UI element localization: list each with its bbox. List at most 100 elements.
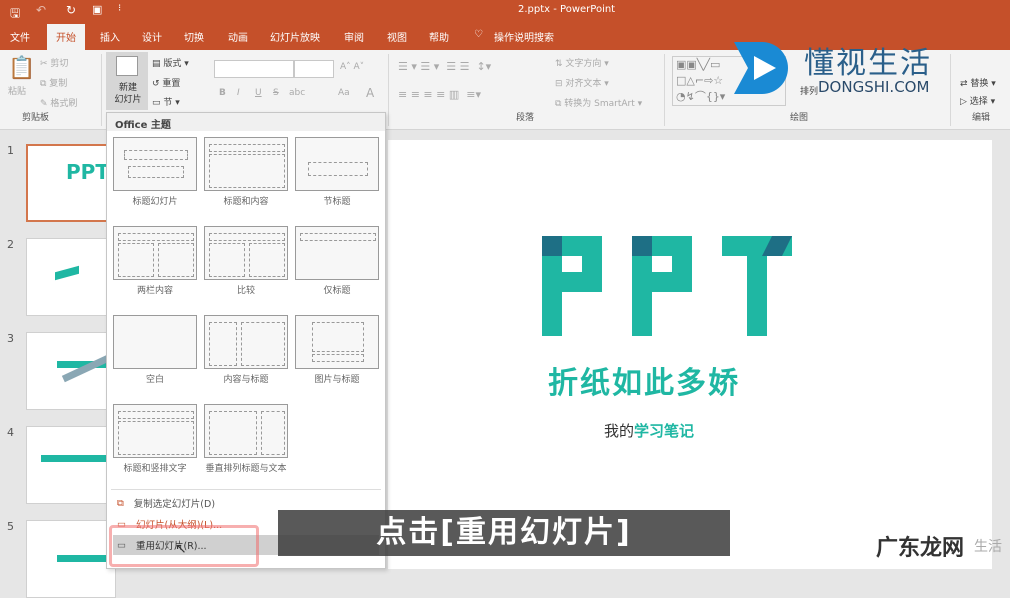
underline-button[interactable]: U bbox=[255, 88, 262, 98]
placeholder-box bbox=[209, 243, 245, 277]
layout-label: 节标题 bbox=[323, 197, 351, 207]
divider bbox=[101, 54, 102, 126]
italic-button[interactable]: I bbox=[237, 88, 240, 98]
thumb-title: PPT bbox=[66, 160, 109, 184]
bullets-icon[interactable]: ☰ ▾ ☰ ▾ ☰ ☰ ↕▾ bbox=[398, 60, 491, 73]
bold-button[interactable]: B bbox=[219, 88, 226, 98]
slide-thumbnail-1[interactable]: PPT bbox=[26, 144, 116, 222]
align-text-label: 对齐文本 bbox=[565, 79, 602, 89]
copy-button[interactable]: ⧉ 复制 bbox=[40, 76, 67, 89]
redo-icon[interactable]: ↻ bbox=[66, 3, 76, 17]
tab-animations[interactable]: 动画 bbox=[228, 29, 248, 44]
text-direction-label: 文字方向 bbox=[565, 59, 602, 69]
divider bbox=[664, 54, 665, 126]
note-highlight: 学习笔记 bbox=[634, 422, 695, 440]
slideshow-icon[interactable]: ▣ bbox=[92, 3, 102, 16]
group-label-paragraph: 段落 bbox=[516, 113, 535, 123]
window-title: 2.pptx - PowerPoint bbox=[518, 4, 616, 15]
layout-option[interactable] bbox=[113, 404, 197, 458]
tab-review[interactable]: 审阅 bbox=[344, 29, 364, 44]
font-size-input[interactable] bbox=[294, 60, 334, 78]
placeholder-box bbox=[209, 322, 237, 366]
customize-qat-icon[interactable]: ⁝ bbox=[118, 3, 121, 14]
placeholder-box bbox=[209, 154, 285, 188]
layout-option[interactable] bbox=[295, 315, 379, 369]
slide-number: 3 bbox=[7, 332, 14, 345]
tab-transitions[interactable]: 切换 bbox=[184, 29, 204, 44]
layout-option[interactable] bbox=[295, 137, 379, 191]
note-prefix: 我的 bbox=[604, 422, 635, 440]
slide-thumbnail-pane: 1 PPT 2 3 4 5 bbox=[0, 130, 117, 598]
layout-label: 空白 bbox=[145, 375, 164, 385]
group-label-editing: 编辑 bbox=[972, 113, 991, 123]
align-icons[interactable]: ≡ ≡ ≡ ≡ ▥ ≡▾ bbox=[398, 88, 481, 101]
paste-button[interactable]: 粘贴 bbox=[8, 84, 26, 97]
save-icon[interactable]: 🖫 bbox=[10, 4, 20, 25]
slide-thumbnail-5[interactable] bbox=[26, 520, 117, 598]
change-case-button[interactable]: Aa bbox=[338, 88, 350, 98]
slide-subtitle: 折纸如此多娇 bbox=[548, 366, 740, 401]
replace-label: 替换 bbox=[970, 79, 989, 89]
layout-option[interactable] bbox=[204, 137, 288, 191]
strike-button[interactable]: S bbox=[273, 88, 279, 98]
layout-option[interactable] bbox=[204, 404, 288, 458]
layout-label: 两栏内容 bbox=[136, 286, 173, 296]
placeholder-box bbox=[209, 144, 285, 152]
tab-file[interactable]: 文件 bbox=[10, 29, 30, 44]
tab-help[interactable]: 帮助 bbox=[429, 29, 449, 44]
slide-thumbnail-4[interactable] bbox=[26, 426, 116, 504]
select-label: 选择 bbox=[969, 97, 988, 107]
placeholder-box bbox=[261, 411, 285, 455]
layout-label: 垂直排列标题与文本 bbox=[205, 464, 287, 474]
lightbulb-icon: ♡ bbox=[474, 29, 483, 40]
cut-label: 剪切 bbox=[50, 59, 69, 69]
layout-option[interactable] bbox=[113, 226, 197, 280]
smartart-button[interactable]: ⧉ 转换为 SmartArt ▾ bbox=[555, 96, 642, 109]
placeholder-box bbox=[312, 354, 364, 362]
placeholder-box bbox=[241, 322, 285, 366]
slide-note: 我的学习笔记 bbox=[604, 420, 694, 441]
grow-font-icon[interactable]: A˄ A˅ bbox=[340, 62, 364, 72]
tab-design[interactable]: 设计 bbox=[142, 29, 162, 44]
layout-label: 图片与标题 bbox=[314, 375, 360, 385]
layout-option[interactable] bbox=[295, 226, 379, 280]
layout-option[interactable] bbox=[113, 137, 197, 191]
placeholder-box bbox=[308, 162, 368, 176]
layout-option[interactable] bbox=[204, 226, 288, 280]
reset-label: 重置 bbox=[162, 79, 181, 89]
tell-me-search[interactable]: 操作说明搜索 bbox=[494, 29, 554, 44]
placeholder-box bbox=[118, 243, 154, 277]
slide-number: 1 bbox=[7, 144, 14, 157]
font-name-input[interactable] bbox=[214, 60, 294, 78]
divider bbox=[388, 54, 389, 126]
reset-button[interactable]: ↺ 重置 bbox=[152, 76, 180, 89]
tab-slideshow[interactable]: 幻灯片放映 bbox=[270, 29, 320, 44]
text-direction-button[interactable]: ⇅ 文字方向 ▾ bbox=[555, 56, 609, 69]
layout-option[interactable] bbox=[113, 315, 197, 369]
slide-canvas[interactable]: 折纸如此多娇 我的学习笔记 bbox=[388, 140, 992, 569]
cut-button[interactable]: ✂ 剪切 bbox=[40, 56, 68, 69]
slide-thumbnail-2[interactable] bbox=[26, 238, 116, 316]
tab-home[interactable]: 开始 bbox=[47, 24, 85, 50]
undo-icon[interactable]: ↶ bbox=[36, 3, 46, 17]
tab-insert[interactable]: 插入 bbox=[100, 29, 120, 44]
corner-watermark: 广东龙网 bbox=[876, 536, 965, 561]
thumb-graphic bbox=[41, 455, 111, 462]
new-slide-icon bbox=[116, 56, 138, 76]
new-slide-button[interactable]: 新建 幻灯片 bbox=[106, 52, 148, 110]
section-button[interactable]: ▭ 节 ▾ bbox=[152, 95, 180, 108]
section-label: 节 bbox=[163, 98, 173, 108]
slide-thumbnail-3[interactable] bbox=[26, 332, 117, 410]
video-caption: 点击[重用幻灯片] bbox=[278, 510, 730, 556]
layout-button[interactable]: ▤ 版式 ▾ bbox=[152, 56, 189, 69]
title-bar: 🖫 ↶ ↻ ▣ ⁝ 2.pptx - PowerPoint bbox=[0, 0, 1010, 24]
align-text-button[interactable]: ⊟ 对齐文本 ▾ bbox=[555, 76, 609, 89]
tab-view[interactable]: 视图 bbox=[387, 29, 407, 44]
strikethrough-abc-button[interactable]: abc bbox=[289, 88, 305, 98]
format-painter-button[interactable]: ✎ 格式刷 bbox=[40, 96, 77, 109]
dongshi-watermark: 懂视生活 DONGSHI.COM bbox=[728, 38, 968, 98]
new-slide-dropdown: Office 主题 标题幻灯片 标题和内容 节标题 两栏内容 比较 仅标题 空白 内容与标题 图… bbox=[106, 112, 386, 569]
divider bbox=[111, 489, 381, 490]
layout-option[interactable] bbox=[204, 315, 288, 369]
font-color-button[interactable]: A bbox=[366, 86, 374, 100]
